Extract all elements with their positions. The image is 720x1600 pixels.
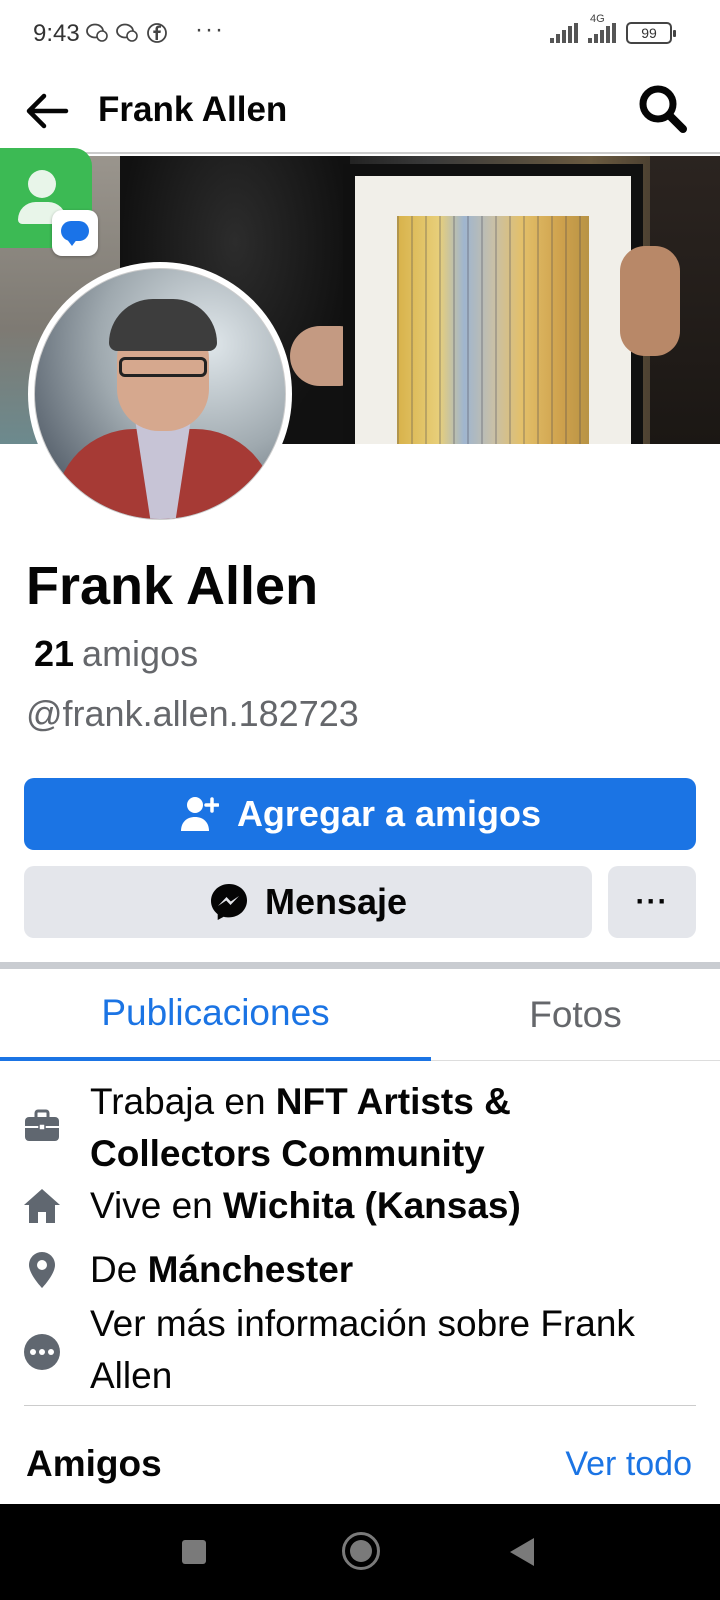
lives-value[interactable]: Wichita (Kansas) <box>223 1185 521 1226</box>
arrow-left-icon <box>26 93 69 129</box>
network-label: 4G <box>590 13 605 25</box>
work-prefix: Trabaja en <box>90 1081 276 1122</box>
header-title: Frank Allen <box>98 90 288 129</box>
recents-button[interactable] <box>182 1540 206 1564</box>
friends-count: 21 <box>34 633 75 674</box>
back-button[interactable] <box>22 86 72 136</box>
profile-avatar[interactable] <box>28 262 292 526</box>
friends-count-link[interactable]: 21 amigos <box>34 632 198 676</box>
system-indicators: 4G 99 <box>550 13 676 44</box>
wechat-notification-icon <box>116 23 138 48</box>
more-circle-icon <box>24 1334 60 1370</box>
tab-posts[interactable]: Publicaciones <box>0 969 431 1061</box>
system-back-button[interactable] <box>510 1538 534 1566</box>
app-header: Frank Allen <box>0 70 720 154</box>
see-more-about-label: Ver más información sobre Frank Allen <box>90 1303 635 1396</box>
framed-painting <box>343 164 643 444</box>
message-label: Mensaje <box>264 881 408 922</box>
see-all-friends-link[interactable]: Ver todo <box>565 1440 692 1488</box>
signal-4g-icon: 4G <box>588 13 616 43</box>
battery-icon: 99 <box>626 22 676 44</box>
search-icon <box>639 85 687 133</box>
message-badge-icon <box>52 210 98 256</box>
search-button[interactable] <box>636 82 690 136</box>
profile-tabs: Publicaciones Fotos <box>0 969 720 1061</box>
contacts-app-icon[interactable] <box>0 148 98 256</box>
notification-icons <box>86 22 168 49</box>
briefcase-icon <box>25 1109 59 1141</box>
home-icon <box>24 1189 60 1223</box>
messenger-icon <box>210 884 247 920</box>
more-options-button[interactable]: ··· <box>608 866 696 938</box>
signal-icon <box>550 23 578 43</box>
friends-section-heading: Amigos <box>26 1443 162 1484</box>
profile-name: Frank Allen <box>26 556 319 616</box>
section-divider <box>0 962 720 969</box>
wechat-notification-icon <box>86 23 108 48</box>
add-friend-button[interactable]: Agregar a amigos <box>24 778 696 850</box>
system-navigation-bar <box>0 1504 720 1600</box>
status-time: 9:43 <box>33 20 80 47</box>
more-notifications-icon: ··· <box>195 16 225 43</box>
status-bar: 9:43 ··· 4G 99 <box>0 0 720 70</box>
add-friend-icon <box>180 797 219 831</box>
location-pin-icon <box>29 1252 55 1288</box>
friends-label: amigos <box>82 633 199 674</box>
from-prefix: De <box>90 1249 148 1290</box>
tab-photos[interactable]: Fotos <box>431 969 720 1061</box>
facebook-notification-icon <box>146 22 168 49</box>
lives-prefix: Vive en <box>90 1185 224 1226</box>
intro-divider <box>24 1405 696 1406</box>
from-value[interactable]: Mánchester <box>148 1249 354 1290</box>
home-button[interactable] <box>342 1532 380 1570</box>
profile-username: @frank.allen.182723 <box>26 693 359 734</box>
message-button[interactable]: Mensaje <box>24 866 592 938</box>
add-friend-label: Agregar a amigos <box>236 793 542 834</box>
